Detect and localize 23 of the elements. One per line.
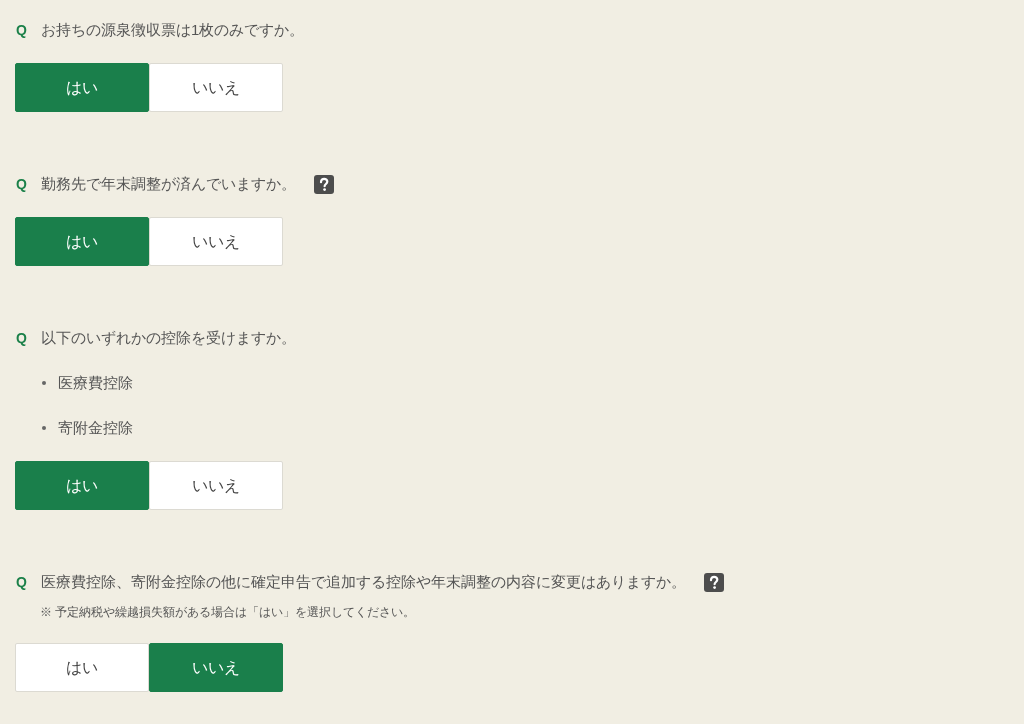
question-text: 医療費控除、寄附金控除の他に確定申告で追加する控除や年末調整の内容に変更はありますか。 — [41, 571, 686, 592]
answer-option-button[interactable]: いいえ — [149, 63, 283, 112]
answer-option-button[interactable]: はい — [15, 63, 149, 112]
bullet-icon — [42, 381, 46, 385]
help-icon[interactable] — [314, 174, 334, 194]
question-marker: Q — [16, 572, 28, 592]
question-marker: Q — [16, 20, 28, 40]
question-text: お持ちの源泉徴収票は1枚のみですか。 — [41, 19, 305, 40]
list-item: 寄附金控除 — [58, 417, 133, 438]
question-note: ※ 予定納税や繰越損失額がある場合は「はい」を選択してください。 — [40, 604, 416, 621]
bullet-icon — [42, 426, 46, 430]
question-text: 以下のいずれかの控除を受けますか。 — [41, 327, 296, 348]
answer-option-button[interactable]: はい — [15, 643, 149, 692]
list-item: 医療費控除 — [58, 372, 133, 393]
help-icon[interactable] — [704, 572, 724, 592]
answer-option-button[interactable]: はい — [15, 217, 149, 266]
question-marker: Q — [16, 174, 28, 194]
answer-option-button[interactable]: いいえ — [149, 461, 283, 510]
answer-option-button[interactable]: いいえ — [149, 217, 283, 266]
answer-option-button[interactable]: いいえ — [149, 643, 283, 692]
question-marker: Q — [16, 328, 28, 348]
answer-option-button[interactable]: はい — [15, 461, 149, 510]
question-text: 勤務先で年末調整が済んでいますか。 — [41, 173, 296, 194]
